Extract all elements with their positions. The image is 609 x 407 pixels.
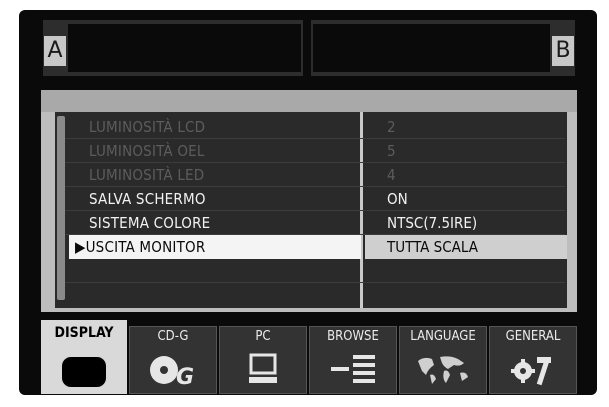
menu-row-value: 5: [387, 142, 396, 160]
deck-b-display: B: [311, 20, 575, 76]
selection-arrow-icon: ▶: [75, 238, 86, 256]
tab-label: BROWSE: [327, 329, 379, 344]
device-frame: A B LUMINOSITÀ LCD 2 LUMINOSITÀ OEL 5 LU…: [0, 0, 609, 407]
tab-label: GENERAL: [505, 329, 561, 344]
menu-row-label: USCITA MONITOR: [85, 238, 206, 256]
globe-icon: [414, 353, 472, 389]
row-divider: [65, 282, 565, 283]
menu-row-value: TUTTA SCALA: [387, 238, 478, 256]
menu-row-salva-schermo[interactable]: SALVA SCHERMO ON: [69, 187, 567, 211]
menu-row-value: NTSC(7.5IRE): [387, 214, 478, 232]
tab-display[interactable]: DISPLAY: [41, 320, 127, 394]
menu-scrollbar[interactable]: [57, 116, 65, 300]
tab-label: LANGUAGE: [410, 329, 476, 344]
menu-row-label: SISTEMA COLORE: [89, 214, 211, 232]
deck-b-display-area: [313, 24, 550, 72]
menu-row-luminosita-led: LUMINOSITÀ LED 4: [69, 163, 567, 187]
menu-title-bar: [41, 90, 577, 112]
svg-text:G: G: [176, 365, 194, 387]
menu-row-label: LUMINOSITÀ LCD: [89, 118, 206, 136]
tab-label: CD-G: [157, 329, 189, 344]
menu-row-label-selected: ▶USCITA MONITOR: [75, 235, 205, 259]
tab-pc[interactable]: PC: [219, 326, 307, 394]
screen: A B LUMINOSITÀ LCD 2 LUMINOSITÀ OEL 5 LU…: [19, 10, 597, 395]
menu-row-sistema-colore[interactable]: SISTEMA COLORE NTSC(7.5IRE): [69, 211, 567, 235]
tools-icon: [509, 353, 557, 391]
tab-language[interactable]: LANGUAGE: [399, 326, 487, 394]
menu-row-label: LUMINOSITÀ OEL: [89, 142, 205, 160]
pc-icon: [248, 353, 278, 389]
menu-row-uscita-monitor[interactable]: ▶USCITA MONITOR TUTTA SCALA: [69, 235, 567, 259]
menu-row-value: 2: [387, 118, 396, 136]
tab-browse[interactable]: BROWSE: [309, 326, 397, 394]
tab-general[interactable]: GENERAL: [489, 326, 577, 394]
deck-a-display-area: [68, 24, 301, 72]
settings-menu: LUMINOSITÀ LCD 2 LUMINOSITÀ OEL 5 LUMINO…: [41, 90, 577, 312]
tab-label: DISPLAY: [54, 325, 114, 341]
menu-row-label: LUMINOSITÀ LED: [89, 166, 205, 184]
menu-row-value: 4: [387, 166, 396, 184]
menu-list: LUMINOSITÀ LCD 2 LUMINOSITÀ OEL 5 LUMINO…: [55, 112, 567, 308]
deck-a-label: A: [44, 36, 66, 66]
menu-row-luminosita-lcd: LUMINOSITÀ LCD 2: [69, 115, 567, 139]
tab-cd-g[interactable]: CD-G G: [129, 326, 217, 394]
menu-row-luminosita-oel: LUMINOSITÀ OEL 5: [69, 139, 567, 163]
browse-icon: [329, 353, 377, 389]
deck-b-label: B: [552, 36, 574, 66]
menu-row-label: SALVA SCHERMO: [89, 190, 206, 208]
menu-row-value: ON: [387, 190, 408, 208]
cdg-icon: G: [148, 353, 198, 391]
tab-label: PC: [255, 329, 271, 344]
display-icon: [60, 355, 108, 393]
category-tab-bar: DISPLAY CD-G G PC BROWSE LANGUAGE GENERA…: [41, 320, 601, 396]
deck-a-display: A: [43, 20, 303, 76]
